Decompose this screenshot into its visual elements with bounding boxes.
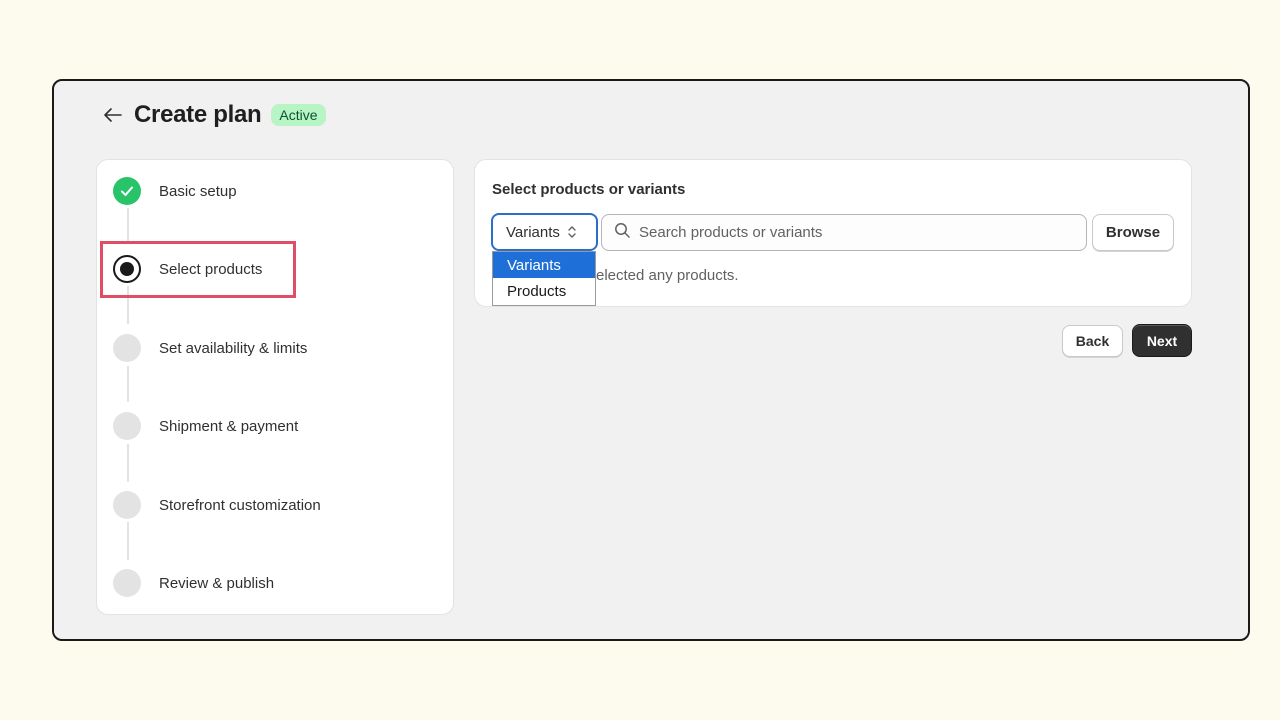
app-window: Create plan Active Basic setup Select pr… — [52, 79, 1250, 641]
step-label: Set availability & limits — [159, 339, 308, 357]
pending-step-icon — [113, 412, 141, 440]
step-label: Shipment & payment — [159, 417, 299, 435]
type-dropdown-menu: Variants Products — [492, 251, 596, 306]
pending-step-icon — [113, 334, 141, 362]
pending-step-icon — [113, 569, 141, 597]
dropdown-option-variants[interactable]: Variants — [493, 252, 595, 278]
section-title: Select products or variants — [492, 181, 686, 198]
next-button[interactable]: Next — [1132, 324, 1192, 357]
arrow-left-icon[interactable] — [102, 104, 124, 126]
type-select[interactable]: Variants — [491, 213, 598, 251]
search-field[interactable] — [601, 214, 1087, 251]
step-label: Review & publish — [159, 574, 275, 592]
checkmark-icon — [113, 177, 141, 205]
step-connector — [127, 522, 129, 560]
search-icon — [614, 222, 631, 244]
search-input[interactable] — [639, 224, 1069, 241]
step-connector — [127, 366, 129, 402]
page-title: Create plan — [134, 101, 262, 128]
step-set-availability[interactable]: Set availability & limits — [113, 333, 307, 363]
status-badge: Active — [271, 104, 326, 126]
step-basic-setup[interactable]: Basic setup — [113, 176, 237, 206]
step-storefront-customization[interactable]: Storefront customization — [113, 490, 321, 520]
highlight-annotation — [100, 241, 296, 298]
step-connector — [127, 444, 129, 482]
step-label: Storefront customization — [159, 496, 321, 514]
step-label: Basic setup — [159, 182, 237, 200]
step-shipment-payment[interactable]: Shipment & payment — [113, 411, 298, 441]
type-select-value: Variants — [506, 223, 560, 241]
dropdown-option-products[interactable]: Products — [493, 278, 595, 304]
pending-step-icon — [113, 491, 141, 519]
steps-sidebar: Basic setup Select products Set availabi… — [96, 159, 454, 615]
browse-button[interactable]: Browse — [1092, 214, 1174, 251]
step-connector — [127, 208, 129, 244]
back-button[interactable]: Back — [1062, 325, 1123, 357]
chevron-up-down-icon — [566, 224, 578, 240]
step-review-publish[interactable]: Review & publish — [113, 568, 274, 598]
page-header: Create plan Active — [102, 99, 326, 131]
